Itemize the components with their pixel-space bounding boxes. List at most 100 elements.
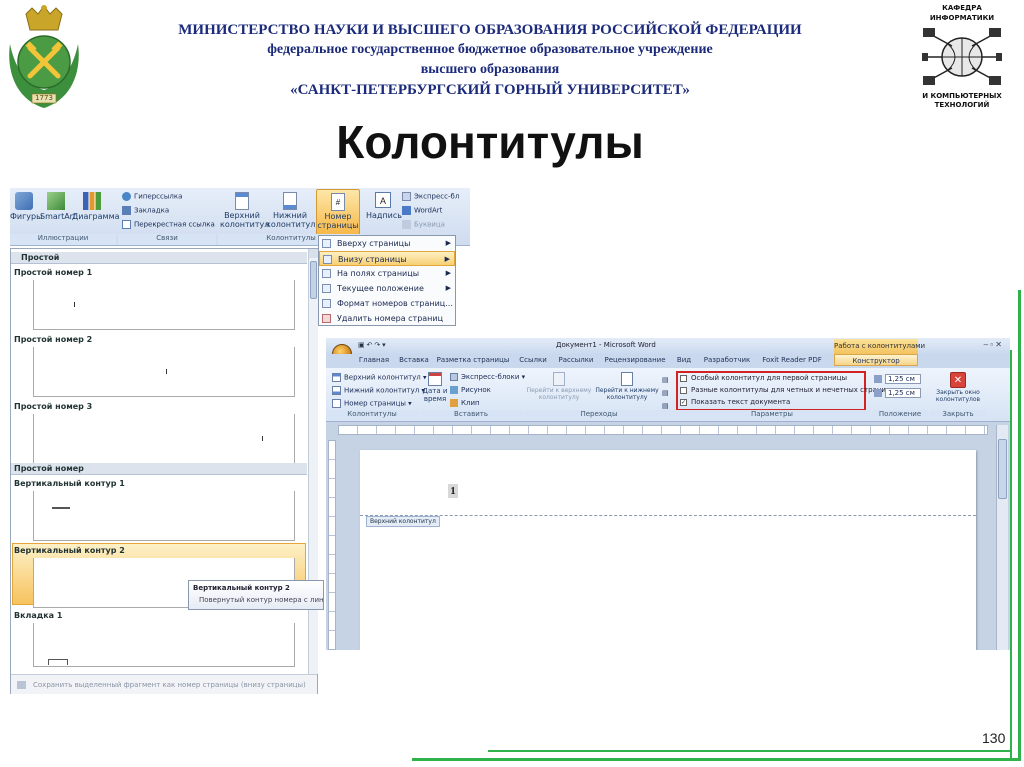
menu-item-bottom-of-page[interactable]: Внизу страницы ▶ bbox=[319, 251, 455, 266]
menu-item-top-of-page[interactable]: Вверху страницы ▶ bbox=[319, 236, 455, 251]
footer-position-icon bbox=[874, 389, 882, 397]
wordart-icon bbox=[402, 206, 411, 215]
tab-view[interactable]: Вид bbox=[672, 354, 696, 366]
gallery-item-tab-1[interactable] bbox=[33, 623, 295, 667]
express-blocks-button-2[interactable]: Экспресс-блоки ▾ bbox=[450, 373, 525, 381]
dropcap-button[interactable]: Буквица bbox=[402, 220, 445, 229]
shapes-button[interactable]: Фигуры bbox=[10, 192, 42, 222]
nav-small-buttons[interactable]: ▤ ▤ ▤ bbox=[662, 374, 669, 413]
scroll-thumb[interactable] bbox=[310, 261, 317, 299]
quick-access-toolbar[interactable]: ▣ ↶ ↷ ▾ bbox=[358, 341, 386, 349]
calendar-icon bbox=[428, 372, 442, 386]
wordart-button[interactable]: WordArt bbox=[402, 206, 442, 215]
window-controls[interactable]: – ▫ ✕ bbox=[984, 340, 1002, 349]
bookmark-button[interactable]: Закладка bbox=[122, 206, 169, 215]
diagram-button[interactable]: Диаграмма bbox=[72, 192, 120, 222]
menu-item-current-position[interactable]: Текущее положение ▶ bbox=[319, 281, 455, 296]
gallery-item-vertical-1[interactable] bbox=[33, 491, 295, 541]
word-title-bar: ▣ ↶ ↷ ▾ Документ1 - Microsoft Word Работ… bbox=[326, 338, 1010, 364]
header-separator bbox=[360, 515, 976, 516]
footer-icon bbox=[332, 386, 341, 395]
tab-home[interactable]: Главная bbox=[356, 354, 392, 366]
vertical-ruler[interactable] bbox=[328, 440, 336, 650]
date-time-button[interactable]: Дата и время bbox=[422, 372, 448, 403]
option-odd-even[interactable]: Разные колонтитулы для четных и нечетных… bbox=[680, 386, 891, 394]
green-frame-vertical-inner bbox=[1010, 350, 1012, 760]
goto-footer-button[interactable]: Перейти к нижнему колонтитулу bbox=[594, 372, 660, 401]
checkbox-odd-even[interactable] bbox=[680, 386, 687, 394]
tab-review[interactable]: Рецензирование bbox=[602, 354, 668, 366]
clip-button[interactable]: Клип bbox=[450, 399, 480, 407]
close-headerfooter-button[interactable]: ✕ Закрыть окно колонтитулов bbox=[930, 372, 986, 403]
dept-label-top-1: КАФЕДРА bbox=[942, 4, 982, 12]
footer-position-field[interactable]: 1,25 см bbox=[874, 388, 921, 398]
cursor-position-icon bbox=[322, 284, 331, 293]
gallery-save-selection[interactable]: Сохранить выделенный фрагмент как номер … bbox=[11, 674, 317, 694]
smartart-button[interactable]: SmartArt bbox=[40, 192, 76, 222]
bookmark-icon bbox=[122, 206, 131, 215]
horizontal-ruler[interactable] bbox=[338, 425, 988, 435]
tab-mailings[interactable]: Рассылки bbox=[556, 354, 596, 366]
scroll-up-arrow-icon[interactable] bbox=[309, 249, 318, 258]
goto-header-button[interactable]: Перейти к верхнему колонтитулу bbox=[524, 372, 594, 401]
gallery-item-simple-3[interactable] bbox=[33, 414, 295, 464]
hyperlink-button[interactable]: Гиперссылка bbox=[122, 192, 182, 201]
header-dropdown-button[interactable]: Верхний колонтитул ▾ bbox=[332, 373, 427, 382]
tab-layout[interactable]: Разметка страницы bbox=[436, 354, 510, 366]
group-params: Параметры bbox=[674, 410, 870, 421]
gallery-tooltip: Вертикальный контур 2 Повернутый контур … bbox=[188, 580, 324, 610]
footer-button[interactable]: Нижний колонтитул bbox=[266, 192, 315, 230]
textbox-button[interactable]: A Надпись bbox=[366, 192, 402, 221]
page-margin-icon bbox=[322, 269, 331, 278]
page-bottom-icon bbox=[323, 255, 332, 264]
menu-item-format-page-numbers[interactable]: Формат номеров страниц... bbox=[319, 296, 455, 311]
globe-link-icon bbox=[122, 192, 131, 201]
group-position: Положение bbox=[872, 410, 928, 421]
tab-references[interactable]: Ссылки bbox=[516, 354, 550, 366]
header-position-icon bbox=[874, 375, 882, 383]
page-number: 130 bbox=[982, 730, 1006, 746]
tab-insert[interactable]: Вставка bbox=[396, 354, 432, 366]
header-tag: Верхний колонтитул bbox=[366, 516, 440, 527]
slide-title: Колонтитулы bbox=[336, 116, 644, 168]
textbox-icon: A bbox=[375, 192, 391, 208]
gallery-scrollbar[interactable] bbox=[308, 249, 318, 674]
dept-label-bottom-2: ТЕХНОЛОГИЙ bbox=[934, 101, 990, 109]
header-position-field[interactable]: 1,25 см bbox=[874, 374, 921, 384]
gallery-section-simple-number: Простой номер bbox=[11, 463, 307, 475]
tab-foxit[interactable]: Foxit Reader PDF bbox=[758, 354, 826, 366]
smartart-icon bbox=[47, 192, 65, 210]
page-number-dropdown-button[interactable]: Номер страницы ▾ bbox=[332, 399, 412, 408]
menu-item-remove-page-numbers[interactable]: Удалить номера страниц bbox=[319, 311, 455, 326]
picture-button[interactable]: Рисунок bbox=[450, 386, 491, 394]
ribbon-tabs: Главная Вставка Разметка страницы Ссылки… bbox=[326, 354, 1010, 368]
header-button[interactable]: Верхний колонтитул bbox=[220, 192, 269, 230]
option-different-first-page[interactable]: Особый колонтитул для первой страницы bbox=[680, 374, 847, 382]
page-number-gallery: Простой Простой номер 1 Простой номер 2 … bbox=[10, 248, 318, 694]
crossref-button[interactable]: Перекрестная ссылка bbox=[122, 220, 215, 229]
group-links: Связи bbox=[118, 234, 216, 245]
gallery-item-simple-2[interactable] bbox=[33, 347, 295, 397]
checkbox-first-page[interactable] bbox=[680, 374, 687, 382]
document-page[interactable]: 1 Верхний колонтитул bbox=[360, 450, 976, 650]
emblem-year: 1773 bbox=[35, 94, 53, 102]
goto-header-icon bbox=[553, 372, 565, 386]
scroll-thumb[interactable] bbox=[998, 439, 1007, 499]
page-top-icon bbox=[322, 239, 331, 248]
green-frame-vertical-outer bbox=[1018, 290, 1021, 758]
page-number-button[interactable]: # Номер страницы bbox=[316, 189, 360, 235]
page-number-mark bbox=[52, 507, 70, 509]
menu-item-page-margins[interactable]: На полях страницы ▶ bbox=[319, 266, 455, 281]
tab-designer[interactable]: Конструктор bbox=[834, 354, 918, 366]
express-blocks-button[interactable]: Экспресс-бл bbox=[402, 192, 459, 201]
university-name: «САНКТ-ПЕТЕРБУРГСКИЙ ГОРНЫЙ УНИВЕРСИТЕТ» bbox=[290, 82, 690, 98]
tab-developer[interactable]: Разработчик bbox=[700, 354, 754, 366]
dept-label-bottom-1: И КОМПЬЮТЕРНЫХ bbox=[922, 92, 1002, 100]
option-show-document-text[interactable]: ✓ Показать текст документа bbox=[680, 398, 790, 406]
checkbox-show-text[interactable]: ✓ bbox=[680, 398, 687, 406]
footer-dropdown-button[interactable]: Нижний колонтитул ▾ bbox=[332, 386, 425, 395]
group-close: Закрыть bbox=[930, 410, 986, 421]
document-scrollbar[interactable] bbox=[996, 425, 1008, 650]
gallery-item-simple-1[interactable] bbox=[33, 280, 295, 330]
institution-line-2: высшего образования bbox=[420, 62, 560, 77]
